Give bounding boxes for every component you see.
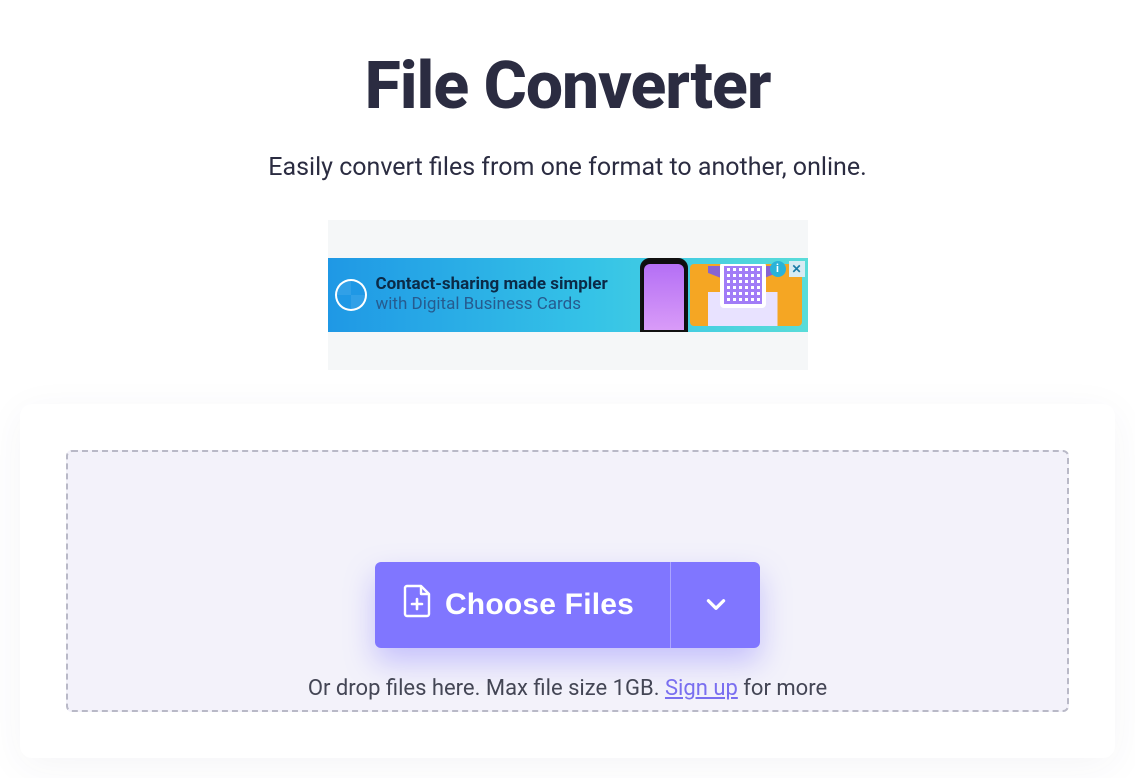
- drop-help-text: Or drop files here. Max file size 1GB. S…: [308, 676, 827, 701]
- page-subtitle: Easily convert files from one format to …: [0, 153, 1135, 182]
- ad-subheadline: with Digital Business Cards: [376, 295, 608, 315]
- ad-slot: Contact-sharing made simpler with Digita…: [328, 220, 808, 370]
- drop-suffix: for more: [738, 676, 827, 701]
- ad-headline: Contact-sharing made simpler: [376, 275, 608, 295]
- choose-files-dropdown-button[interactable]: [670, 562, 760, 648]
- page-title: File Converter: [0, 48, 1135, 125]
- ad-info-icon[interactable]: i: [770, 261, 786, 277]
- ad-logo-icon: [334, 278, 368, 312]
- main-card: Choose Files Or drop files here. Max fil…: [20, 404, 1115, 758]
- ad-phone-graphic: [640, 258, 688, 332]
- drop-period: .: [654, 676, 665, 701]
- chevron-down-icon: [703, 591, 729, 620]
- drop-prefix: Or drop files here. Max file size: [308, 676, 613, 701]
- choose-files-button[interactable]: Choose Files: [375, 562, 670, 648]
- ad-banner[interactable]: Contact-sharing made simpler with Digita…: [328, 258, 808, 332]
- signup-link[interactable]: Sign up: [665, 676, 738, 701]
- choose-files-group: Choose Files: [375, 562, 760, 648]
- ad-text: Contact-sharing made simpler with Digita…: [376, 275, 608, 314]
- drop-max-size: 1GB: [613, 676, 654, 701]
- file-add-icon: [403, 584, 431, 626]
- ad-close-icon[interactable]: ✕: [789, 261, 805, 277]
- choose-files-label: Choose Files: [445, 588, 634, 622]
- dropzone[interactable]: Choose Files Or drop files here. Max fil…: [66, 450, 1069, 712]
